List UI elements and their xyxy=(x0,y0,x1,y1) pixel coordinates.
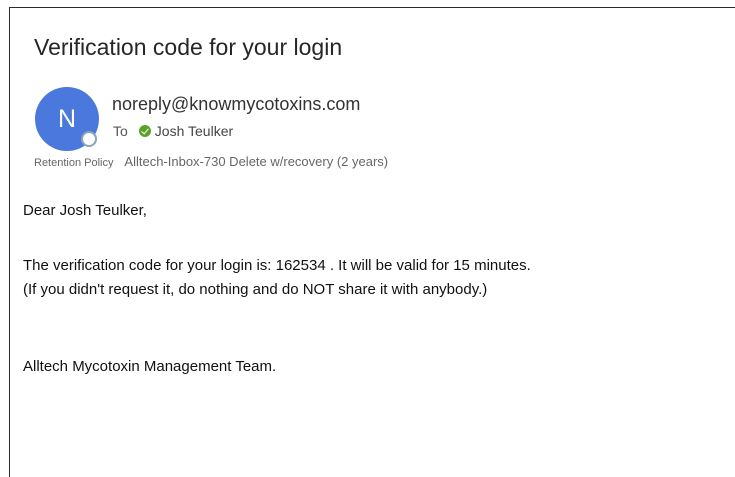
email-greeting: Dear Josh Teulker, xyxy=(23,202,147,219)
recipients-line: To Josh Teulker xyxy=(113,123,233,139)
recipient-name[interactable]: Josh Teulker xyxy=(155,123,233,139)
email-body-line-1: The verification code for your login is:… xyxy=(23,257,531,274)
retention-policy-value[interactable]: Alltech-Inbox-730 Delete w/recovery (2 y… xyxy=(124,154,388,169)
retention-policy-label: Retention Policy xyxy=(34,157,114,169)
to-label: To xyxy=(113,123,128,139)
avatar-initial: N xyxy=(57,104,77,133)
email-signature: Alltech Mycotoxin Management Team. xyxy=(23,358,277,375)
sender-address[interactable]: noreply@knowmycotoxins.com xyxy=(112,94,360,115)
check-circle-icon xyxy=(138,125,151,137)
email-reading-pane xyxy=(9,7,735,477)
presence-status-icon xyxy=(81,131,97,147)
email-subject: Verification code for your login xyxy=(34,34,343,60)
email-body-line-2: (If you didn't request it, do nothing an… xyxy=(23,281,488,298)
retention-policy: Retention Policy Alltech-Inbox-730 Delet… xyxy=(34,154,388,169)
